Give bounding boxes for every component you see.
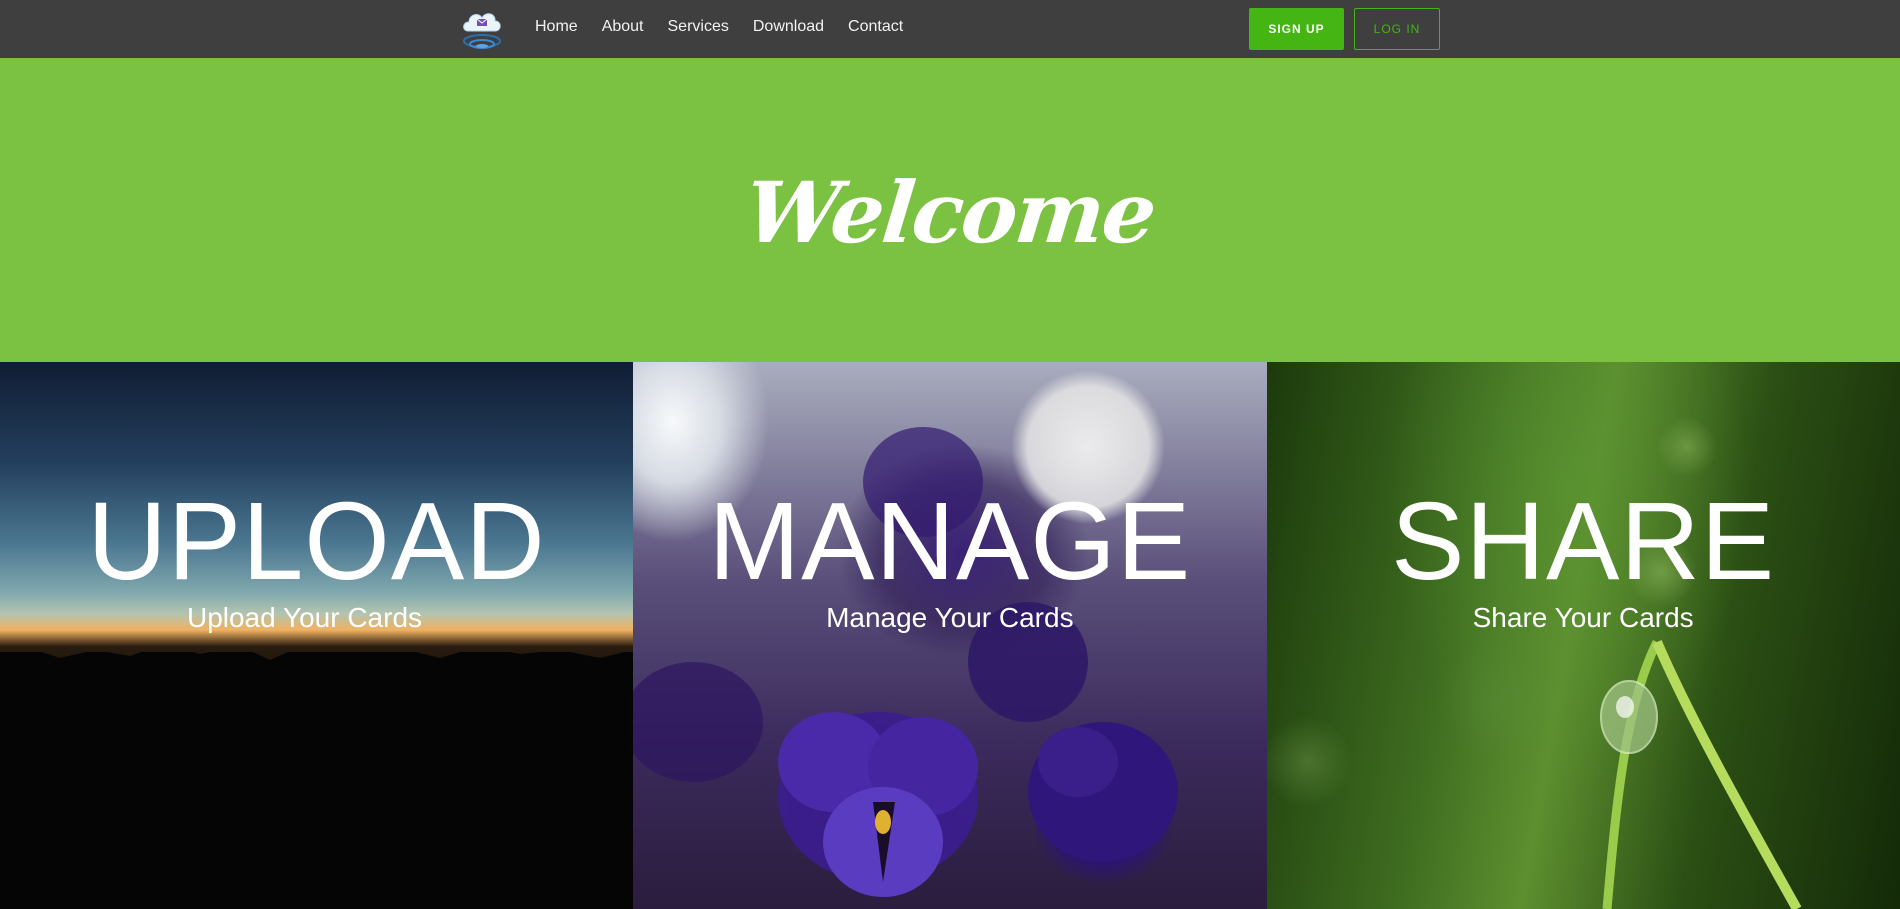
panel-heading-share: SHARE: [1391, 480, 1776, 603]
log-in-button[interactable]: LOG IN: [1354, 8, 1440, 50]
upload-panel[interactable]: UPLOAD Upload Your Cards: [0, 362, 634, 909]
nav-link-contact[interactable]: Contact: [848, 17, 903, 37]
nav-links: Home About Services Download Contact: [535, 17, 927, 37]
mountain-silhouette: [0, 652, 633, 909]
feature-panels: UPLOAD Upload Your Cards MANAGE Manage Y…: [0, 362, 1900, 909]
dewdrop-grass-image: [1599, 639, 1802, 909]
hero-banner: Welcome: [0, 58, 1900, 362]
hero-title: Welcome: [740, 163, 1160, 262]
panel-heading-upload: UPLOAD: [87, 480, 546, 603]
nav-link-services[interactable]: Services: [668, 17, 729, 37]
nav-link-home[interactable]: Home: [535, 17, 578, 37]
nav-link-about[interactable]: About: [602, 17, 644, 37]
manage-panel[interactable]: MANAGE Manage Your Cards: [633, 362, 1267, 909]
nav-link-download[interactable]: Download: [753, 17, 824, 37]
violet-flowers-image: [633, 427, 1179, 897]
panel-subtitle-manage: Manage Your Cards: [826, 602, 1074, 633]
panel-heading-manage: MANAGE: [708, 480, 1192, 603]
sign-up-button[interactable]: SIGN UP: [1249, 8, 1344, 50]
share-panel[interactable]: SHARE Share Your Cards: [1266, 362, 1900, 909]
cloud-mail-icon[interactable]: [458, 5, 506, 51]
top-navbar: Home About Services Download Contact SIG…: [0, 0, 1900, 58]
panel-subtitle-upload: Upload Your Cards: [186, 602, 423, 633]
panel-subtitle-share: Share Your Cards: [1472, 602, 1694, 633]
